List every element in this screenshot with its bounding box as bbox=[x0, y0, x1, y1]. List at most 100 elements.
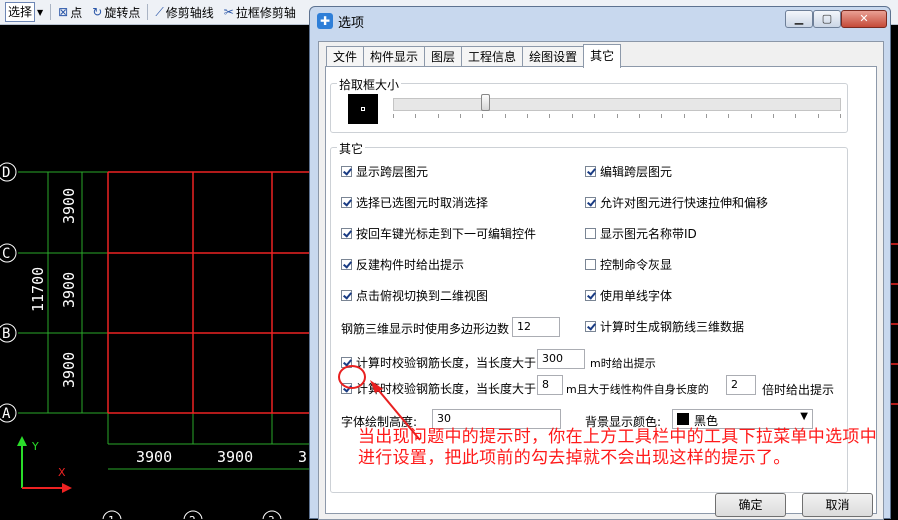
annotation-circle bbox=[338, 365, 366, 389]
slider-tick bbox=[750, 114, 752, 118]
check-edit-cross-floor[interactable]: 编辑跨层图元 bbox=[585, 163, 672, 180]
checkbox[interactable] bbox=[341, 166, 352, 177]
tab-component-display[interactable]: 构件显示 bbox=[363, 46, 426, 67]
check-label: 计算时校验钢筋长度，当长度大于 bbox=[356, 356, 537, 370]
other-legend: 其它 bbox=[337, 140, 366, 157]
rotate-point-button[interactable]: ↻ 旋转点 bbox=[87, 1, 145, 23]
check-deselect-selected[interactable]: 选择已选图元时取消选择 bbox=[341, 194, 488, 211]
slider-tick bbox=[817, 114, 819, 118]
checkbox[interactable] bbox=[585, 259, 596, 270]
point-tool-label: 点 bbox=[70, 5, 83, 20]
checkbox[interactable] bbox=[341, 259, 352, 270]
trim-axis-button[interactable]: ⟋ 修剪轴线 bbox=[150, 1, 218, 23]
slider-tick bbox=[705, 114, 707, 118]
checkbox[interactable] bbox=[341, 197, 352, 208]
dialog-titlebar[interactable]: ✚ 选项 ▁ ▢ ✕ bbox=[310, 7, 890, 33]
ucs-icon: Y X bbox=[17, 436, 72, 493]
trim-axis-icon: ⟋ bbox=[155, 4, 164, 19]
slider-tick bbox=[638, 114, 640, 118]
slider-tick bbox=[594, 114, 596, 118]
box-trim-button[interactable]: ✂ 拉框修剪轴 bbox=[219, 1, 301, 23]
ucs-x-label: X bbox=[58, 466, 66, 479]
rebar-ratio-length-input[interactable]: 8 bbox=[537, 375, 563, 395]
checkbox[interactable] bbox=[341, 290, 352, 301]
dim-left-span-2: 3900 bbox=[60, 272, 78, 308]
tab-file[interactable]: 文件 bbox=[326, 46, 365, 67]
check-top-view-2d[interactable]: 点击俯视切换到二维视图 bbox=[341, 287, 488, 304]
dropdown-arrow-icon[interactable]: ▼ bbox=[37, 8, 43, 17]
axis-label-b: B bbox=[2, 326, 10, 342]
bg-color-select[interactable]: 黑色 ▼ bbox=[672, 409, 813, 429]
check-rebar-ratio[interactable]: 计算时校验钢筋长度，当长度大于 bbox=[341, 380, 536, 397]
dim-left-span-1: 3900 bbox=[60, 188, 78, 224]
check-reverse-build-prompt[interactable]: 反建构件时给出提示 bbox=[341, 256, 464, 273]
check-label: 允许对图元进行快速拉伸和偏移 bbox=[600, 196, 769, 210]
slider-tick bbox=[415, 114, 417, 118]
checkbox[interactable] bbox=[585, 166, 596, 177]
check-label: 反建构件时给出提示 bbox=[356, 258, 465, 272]
checkbox[interactable] bbox=[585, 197, 596, 208]
box-trim-icon: ✂ bbox=[223, 5, 234, 19]
pick-box-slider-track[interactable] bbox=[393, 98, 841, 111]
cancel-button[interactable]: 取消 bbox=[802, 493, 873, 517]
pick-box-slider-thumb[interactable] bbox=[480, 94, 490, 111]
dim-bottom-span-1: 3900 bbox=[136, 448, 172, 466]
chevron-down-icon: ▼ bbox=[800, 411, 808, 422]
check-label: 编辑跨层图元 bbox=[600, 165, 673, 179]
rebar-length-input[interactable]: 300 bbox=[537, 349, 585, 369]
axis-label-2: 2 bbox=[189, 514, 196, 519]
app-logo-icon: ✚ bbox=[317, 13, 333, 29]
slider-tick bbox=[437, 114, 439, 118]
check-label: 计算时生成钢筋线三维数据 bbox=[600, 320, 745, 334]
dim-left-span-3: 3900 bbox=[60, 352, 78, 388]
checkbox[interactable] bbox=[585, 228, 596, 239]
check-name-with-id[interactable]: 显示图元名称带ID bbox=[585, 225, 697, 242]
ok-button[interactable]: 确定 bbox=[715, 493, 786, 517]
tab-other[interactable]: 其它 bbox=[583, 44, 622, 68]
font-height-input[interactable]: 30 bbox=[432, 409, 561, 429]
check-label: 计算时校验钢筋长度，当长度大于 bbox=[356, 382, 537, 396]
close-button[interactable]: ✕ bbox=[841, 10, 887, 28]
rebar-ratio-input[interactable]: 2 bbox=[726, 375, 756, 395]
rebar-ratio-suffix: 倍时给出提示 bbox=[762, 383, 835, 397]
checkbox[interactable] bbox=[585, 290, 596, 301]
tab-layer[interactable]: 图层 bbox=[424, 46, 463, 67]
check-generate-3d-rebar[interactable]: 计算时生成钢筋线三维数据 bbox=[585, 318, 744, 335]
check-enter-next-control[interactable]: 按回车键光标走到下一可编辑控件 bbox=[341, 225, 536, 242]
tab-drawing-settings[interactable]: 绘图设置 bbox=[522, 46, 585, 67]
slider-tick bbox=[840, 114, 841, 118]
check-rebar-length[interactable]: 计算时校验钢筋长度，当长度大于 bbox=[341, 354, 536, 371]
slider-tick bbox=[728, 114, 730, 118]
check-gray-commands[interactable]: 控制命令灰显 bbox=[585, 256, 672, 273]
check-single-line-font[interactable]: 使用单线字体 bbox=[585, 287, 672, 304]
polygon-sides-input[interactable]: 12 bbox=[512, 317, 560, 337]
tab-project-info[interactable]: 工程信息 bbox=[461, 46, 524, 67]
toolbar-separator bbox=[50, 4, 52, 20]
minimize-button[interactable]: ▁ bbox=[785, 10, 813, 28]
pick-box-legend: 拾取框大小 bbox=[337, 76, 402, 93]
check-quick-stretch[interactable]: 允许对图元进行快速拉伸和偏移 bbox=[585, 194, 768, 211]
checkbox[interactable] bbox=[585, 321, 596, 332]
tab-strip: 文件 构件显示 图层 工程信息 绘图设置 其它 bbox=[326, 44, 622, 68]
point-tool-button[interactable]: ⊠ 点 bbox=[53, 1, 87, 23]
select-tool[interactable]: 选择 ▼ bbox=[0, 1, 48, 23]
rebar-length-suffix: m时给出提示 bbox=[590, 357, 656, 370]
dialog-title: 选项 bbox=[338, 16, 365, 31]
check-show-cross-floor[interactable]: 显示跨层图元 bbox=[341, 163, 428, 180]
slider-tick bbox=[482, 114, 484, 118]
maximize-button[interactable]: ▢ bbox=[813, 10, 841, 28]
check-label: 选择已选图元时取消选择 bbox=[356, 196, 489, 210]
slider-tick bbox=[549, 114, 551, 118]
checkbox[interactable] bbox=[341, 228, 352, 239]
point-box-icon: ⊠ bbox=[58, 5, 69, 19]
toolbar-separator bbox=[147, 4, 149, 20]
select-tool-label: 选择 bbox=[5, 2, 36, 22]
pick-box-dot bbox=[361, 107, 365, 111]
check-label: 显示图元名称带ID bbox=[600, 227, 697, 241]
pick-box-slider-ticks bbox=[393, 114, 841, 120]
axis-label-d: D bbox=[2, 165, 10, 181]
box-trim-label: 拉框修剪轴 bbox=[235, 5, 296, 20]
check-label: 显示跨层图元 bbox=[356, 165, 429, 179]
rebar-ratio-middle: m且大于线性构件自身长度的 bbox=[566, 383, 709, 396]
dim-bottom-span-3: 3 bbox=[298, 448, 307, 466]
